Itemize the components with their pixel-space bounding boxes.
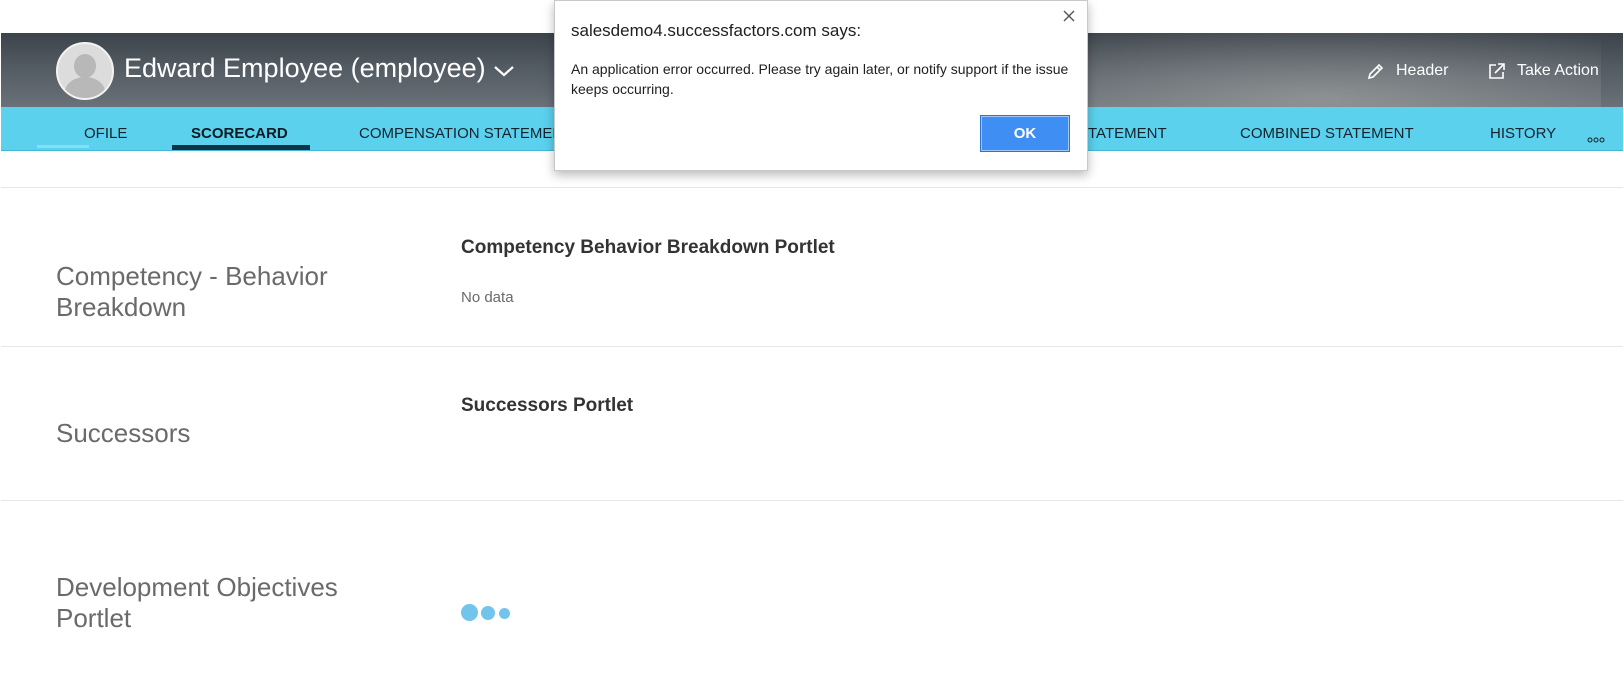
tab-statement[interactable]: STATEMENT — [1078, 125, 1167, 142]
avatar-body-shape — [65, 77, 105, 98]
take-action-button[interactable]: Take Action — [1487, 61, 1599, 81]
portlet-title-competency: Competency Behavior Breakdown Portlet — [461, 237, 835, 258]
alert-dialog: salesdemo4.successfactors.com says: An a… — [554, 0, 1088, 171]
section-title-successors: Successors — [56, 418, 191, 448]
employee-name[interactable]: Edward Employee (employee) — [124, 53, 486, 84]
section-title-competency: Competency - Behavior Breakdown — [56, 261, 328, 322]
avatar-head-shape — [74, 54, 96, 78]
dialog-message: An application error occurred. Please tr… — [571, 61, 1069, 97]
avatar[interactable] — [56, 42, 114, 100]
tab-profile[interactable]: OFILE — [84, 125, 127, 142]
pencil-icon — [1367, 63, 1384, 80]
no-data-text: No data — [461, 289, 514, 306]
section-divider — [1, 346, 1623, 347]
tab-combined-statement[interactable]: COMBINED STATEMENT — [1240, 125, 1414, 142]
take-action-label: Take Action — [1517, 62, 1599, 79]
employee-profile-page: Edward Employee (employee) Header Take A… — [0, 0, 1624, 681]
loader-dot — [461, 604, 478, 621]
tab-scorecard[interactable]: SCORECARD — [191, 125, 288, 142]
loader-dot — [499, 608, 510, 619]
more-dots-icon[interactable] — [1586, 136, 1606, 144]
ok-button[interactable]: OK — [980, 115, 1070, 152]
section-divider — [1, 187, 1623, 188]
external-link-icon — [1489, 63, 1505, 79]
loader-dot — [481, 606, 495, 620]
active-tab-indicator — [172, 145, 310, 150]
section-divider — [1, 500, 1623, 501]
tab-compensation-statement[interactable]: COMPENSATION STATEMENT — [359, 125, 572, 142]
header-button[interactable]: Header — [1366, 61, 1448, 81]
close-icon[interactable] — [1061, 8, 1077, 24]
portlet-title-successors: Successors Portlet — [461, 395, 634, 416]
loading-dots-icon — [461, 603, 521, 623]
chevron-down-icon[interactable] — [493, 64, 515, 78]
scorecard-content: Competency - Behavior Breakdown Competen… — [1, 151, 1623, 681]
section-title-development-objectives: Development Objectives Portlet — [56, 572, 338, 633]
tab-scroll-fade — [37, 145, 89, 148]
dialog-title: salesdemo4.successfactors.com says: — [571, 21, 862, 40]
header-button-label: Header — [1396, 62, 1449, 79]
tab-history[interactable]: HISTORY — [1490, 125, 1556, 142]
